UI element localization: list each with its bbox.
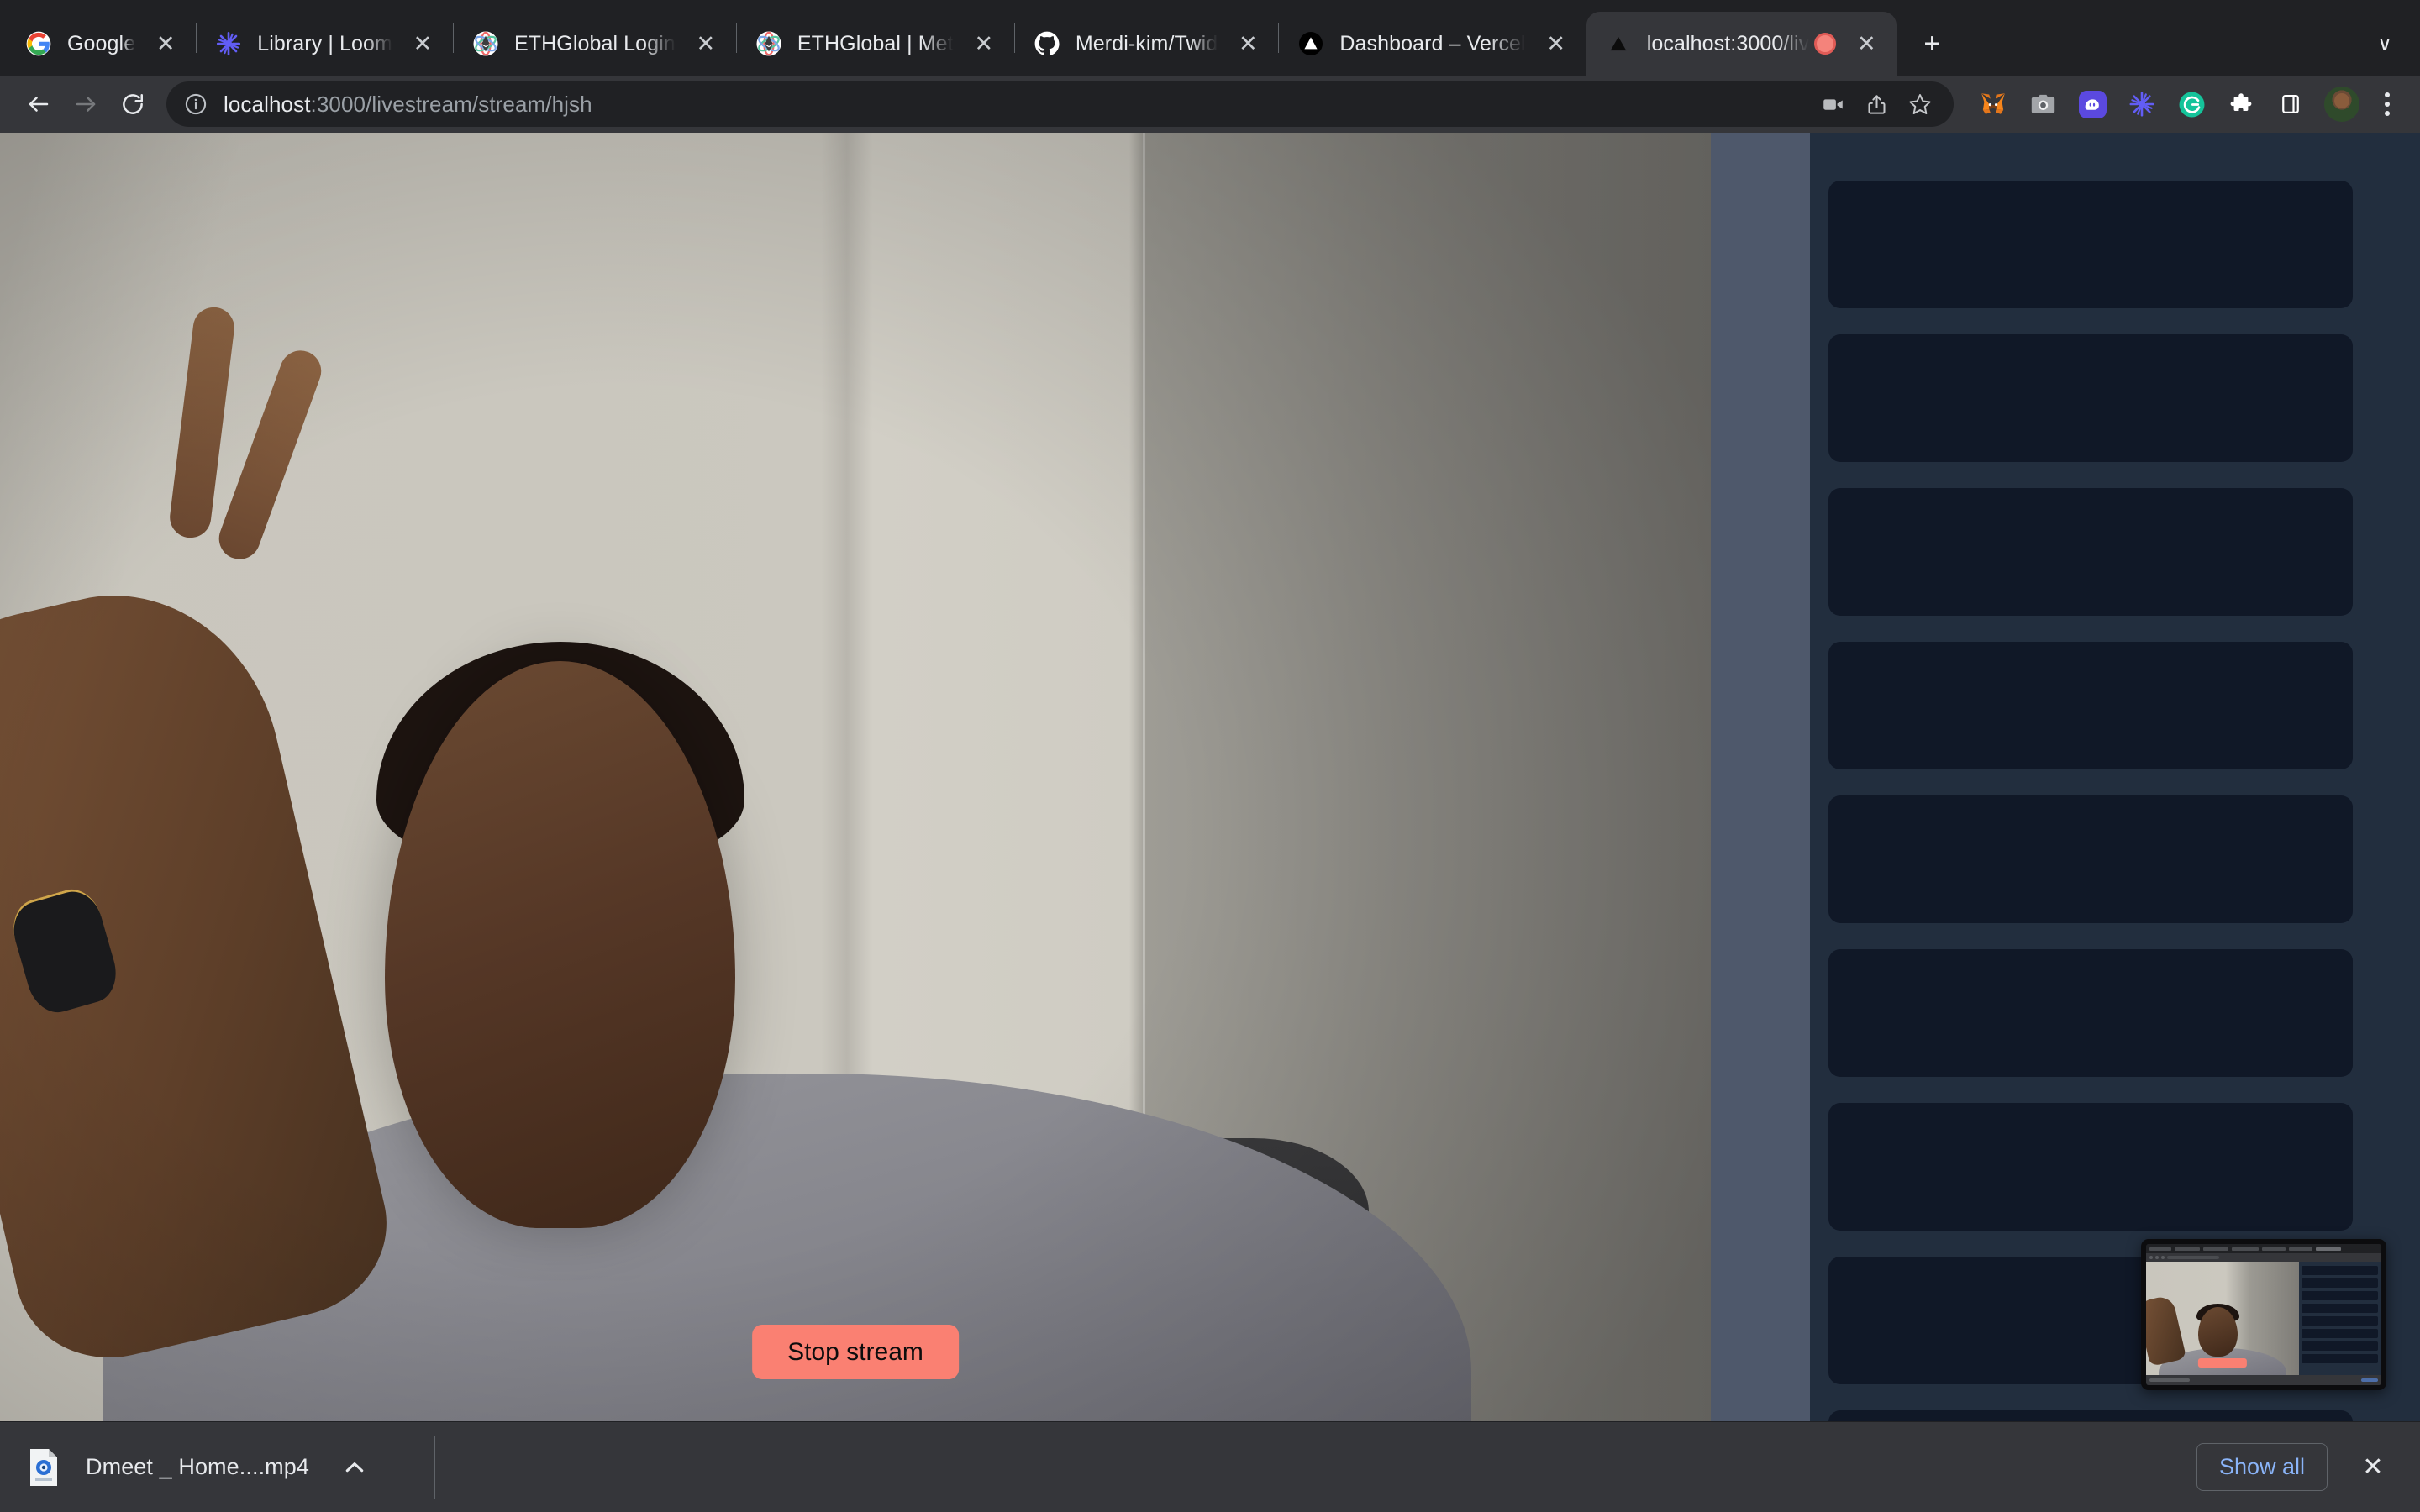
browser-toolbar: localhost:3000/livestream/stream/hjsh [0, 76, 2420, 133]
skeleton-card [1828, 1103, 2353, 1231]
loom-icon [215, 30, 242, 57]
loom-extension-icon[interactable] [2120, 82, 2164, 126]
star-icon[interactable] [1898, 82, 1942, 126]
tab-close-button[interactable]: ✕ [1538, 25, 1575, 62]
address-bar[interactable]: localhost:3000/livestream/stream/hjsh [166, 81, 1954, 127]
skeleton-card [1828, 488, 2353, 616]
shelf-divider [434, 1435, 435, 1499]
tab-search-chevron-icon[interactable]: ∨ [2365, 24, 2405, 64]
skeleton-card [1828, 181, 2353, 308]
skeleton-card [1828, 642, 2353, 769]
tab-merdi-kim-twid[interactable]: Merdi-kim/Twid ✕ [1015, 12, 1278, 76]
tab-ethglobal-metabolis[interactable]: ETHGlobal | Metabolis ✕ [737, 12, 1014, 76]
tab-title: ETHGlobal | Metabolis [797, 31, 954, 55]
video-vignette [0, 133, 1711, 1421]
ethglobal-icon [755, 30, 782, 57]
tab-title: Dashboard – Vercel [1339, 31, 1526, 55]
stage-gutter [1711, 133, 1810, 1421]
tab-close-button[interactable]: ✕ [1848, 25, 1885, 62]
download-item[interactable]: Dmeet _ Home....mp4 [22, 1437, 383, 1498]
close-shelf-icon[interactable]: ✕ [2349, 1444, 2396, 1491]
url-path: :3000/livestream/stream/hjsh [310, 91, 592, 117]
tab-title: Google [67, 31, 136, 55]
video-camera-icon[interactable] [1811, 82, 1854, 126]
pip-tab-strip [2146, 1244, 2381, 1253]
forward-button[interactable] [62, 81, 109, 128]
puzzle-extensions-icon[interactable] [2219, 82, 2263, 126]
screen-capture-extension-icon[interactable] [2021, 82, 2065, 126]
webcam-video [0, 133, 1711, 1421]
new-tab-button[interactable]: + [1908, 20, 1955, 67]
livestream-video-stage: Stop stream [0, 133, 1711, 1421]
tab-dashboard-vercel[interactable]: Dashboard – Vercel ✕ [1279, 12, 1586, 76]
skeleton-card [1828, 949, 2353, 1077]
url-text: localhost:3000/livestream/stream/hjsh [224, 92, 592, 118]
back-button[interactable] [15, 81, 62, 128]
screen-share-preview-inner [2146, 1244, 2381, 1385]
tab-strip: Google ✕ Library | Loom ✕ ETHGlobal Logi… [0, 0, 2420, 76]
url-host: localhost [224, 91, 311, 117]
tab-title: ETHGlobal Login [513, 31, 676, 55]
phantom-extension-icon[interactable] [2070, 82, 2114, 126]
reload-button[interactable] [109, 81, 156, 128]
pip-body [2146, 1262, 2381, 1375]
pip-video [2146, 1262, 2299, 1375]
side-panel-icon[interactable] [2269, 82, 2312, 126]
video-file-icon [25, 1446, 62, 1489]
skeleton-card [1828, 795, 2353, 923]
tab-recording-indicator-icon [1814, 33, 1837, 55]
share-icon[interactable] [1854, 82, 1898, 126]
pip-omnibox [2146, 1253, 2381, 1262]
ethglobal-icon [472, 30, 499, 57]
screen-share-preview[interactable] [2141, 1239, 2386, 1390]
skeleton-card [1828, 1410, 2353, 1421]
download-shelf: Dmeet _ Home....mp4 Show all ✕ [0, 1421, 2420, 1512]
tab-localhost-livestream[interactable]: localhost:3000/liv ✕ [1586, 12, 1897, 76]
show-all-downloads-button[interactable]: Show all [2196, 1443, 2328, 1491]
profile-avatar[interactable] [2324, 87, 2360, 122]
tab-close-button[interactable]: ✕ [687, 25, 724, 62]
tab-title: Library | Loom [257, 31, 392, 55]
metamask-extension-icon[interactable] [1971, 82, 2015, 126]
tab-library-loom[interactable]: Library | Loom ✕ [197, 12, 453, 76]
tab-title: localhost:3000/liv [1646, 31, 1810, 55]
pip-sidebar [2299, 1262, 2381, 1375]
vercel-icon [1297, 30, 1324, 57]
google-icon [25, 30, 52, 57]
page-viewport: Stop stream [0, 133, 2420, 1421]
download-filename: Dmeet _ Home....mp4 [86, 1454, 309, 1479]
tab-close-button[interactable]: ✕ [965, 25, 1002, 62]
tab-close-button[interactable]: ✕ [1229, 25, 1266, 62]
tab-close-button[interactable]: ✕ [404, 25, 441, 62]
chrome-menu-icon[interactable] [2368, 82, 2407, 126]
grammarly-extension-icon[interactable] [2170, 82, 2213, 126]
skeleton-card [1828, 334, 2353, 462]
github-icon [1034, 30, 1060, 57]
chevron-up-icon[interactable] [331, 1444, 378, 1491]
livestream-sidebar [1810, 133, 2420, 1421]
tab-close-button[interactable]: ✕ [147, 25, 184, 62]
vercel-icon [1605, 30, 1632, 57]
tab-ethglobal-login[interactable]: ETHGlobal Login ✕ [454, 12, 736, 76]
info-circle-icon[interactable] [182, 90, 210, 118]
browser-window: Google ✕ Library | Loom ✕ ETHGlobal Logi… [0, 0, 2420, 1512]
pip-download-shelf [2146, 1375, 2381, 1385]
stop-stream-button[interactable]: Stop stream [752, 1325, 959, 1379]
tab-title: Merdi-kim/Twid [1075, 31, 1218, 55]
tab-google[interactable]: Google ✕ [7, 12, 196, 76]
